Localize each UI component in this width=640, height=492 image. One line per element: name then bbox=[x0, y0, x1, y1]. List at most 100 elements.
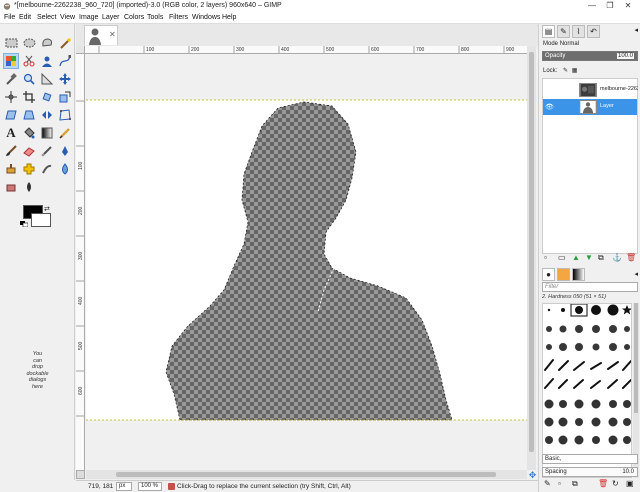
rect-select-tool-icon[interactable] bbox=[3, 35, 19, 51]
brush-item[interactable] bbox=[607, 379, 618, 389]
brush-item[interactable] bbox=[607, 304, 619, 316]
scrollbar-thumb[interactable] bbox=[529, 52, 534, 452]
brush-item[interactable] bbox=[544, 378, 554, 389]
paths-tool-icon[interactable] bbox=[57, 53, 73, 69]
perspective-clone-tool-icon[interactable] bbox=[3, 179, 19, 195]
image-canvas[interactable] bbox=[86, 54, 527, 470]
lower-layer-icon[interactable]: ▼ bbox=[585, 253, 593, 263]
brush-item[interactable] bbox=[590, 362, 602, 370]
layer-mode[interactable]: Mode Normal bbox=[543, 41, 579, 47]
brush-item[interactable] bbox=[591, 399, 601, 409]
menu-view[interactable]: View bbox=[60, 13, 75, 23]
brush-item[interactable] bbox=[590, 380, 601, 389]
vertical-scrollbar[interactable] bbox=[527, 46, 536, 470]
crop-tool-icon[interactable] bbox=[21, 89, 37, 105]
pencil-tool-icon[interactable] bbox=[57, 125, 73, 141]
layers-tab-icon[interactable]: ▤ bbox=[542, 25, 555, 38]
duplicate-layer-icon[interactable]: ⧉ bbox=[598, 253, 604, 263]
horizontal-scrollbar[interactable] bbox=[86, 470, 527, 479]
brush-item[interactable] bbox=[559, 400, 567, 408]
anchor-layer-icon[interactable]: ⚓ bbox=[612, 253, 622, 263]
brush-item[interactable] bbox=[591, 417, 601, 427]
raise-layer-icon[interactable]: ▲ bbox=[572, 253, 580, 263]
reset-colors-icon[interactable] bbox=[20, 221, 28, 227]
brush-item[interactable] bbox=[544, 359, 554, 371]
brush-item[interactable] bbox=[622, 360, 631, 371]
brush-item[interactable] bbox=[575, 418, 583, 426]
brush-item[interactable] bbox=[623, 418, 631, 426]
brush-item[interactable] bbox=[546, 344, 552, 350]
menu-layer[interactable]: Layer bbox=[102, 13, 120, 23]
eraser-tool-icon[interactable] bbox=[21, 143, 37, 159]
brush-item[interactable] bbox=[622, 379, 631, 389]
brush-item[interactable] bbox=[591, 305, 601, 315]
color-picker-tool-icon[interactable] bbox=[3, 71, 19, 87]
duplicate-brush-icon[interactable]: ⧉ bbox=[572, 479, 578, 489]
brush-item[interactable] bbox=[544, 399, 554, 409]
brush-grid-scrollbar[interactable] bbox=[633, 303, 639, 478]
edit-brush-icon[interactable]: ✎ bbox=[544, 479, 551, 489]
brush-item[interactable] bbox=[547, 308, 551, 312]
brush-item[interactable] bbox=[574, 435, 584, 445]
perspective-tool-icon[interactable] bbox=[21, 107, 37, 123]
dodge-burn-tool-icon[interactable] bbox=[57, 161, 73, 177]
close-image-tab-icon[interactable]: ✕ bbox=[109, 30, 116, 39]
unit-select[interactable]: px bbox=[116, 482, 132, 491]
horizontal-ruler[interactable]: 100 200 300 400 500 600 700 800 900 bbox=[85, 46, 527, 54]
flip-tool-icon[interactable] bbox=[39, 107, 55, 123]
shear-tool-icon[interactable] bbox=[3, 107, 19, 123]
restore-button[interactable]: ❐ bbox=[602, 1, 618, 11]
brush-item[interactable] bbox=[546, 326, 552, 332]
gradients-tab-icon[interactable] bbox=[572, 268, 585, 281]
brush-item[interactable] bbox=[558, 379, 568, 389]
menu-colors[interactable]: Colors bbox=[124, 13, 144, 23]
smudge-tool-icon[interactable] bbox=[39, 161, 55, 177]
menu-help[interactable]: Help bbox=[222, 13, 236, 23]
zoom-tool-icon[interactable] bbox=[21, 71, 37, 87]
brush-item[interactable] bbox=[559, 325, 567, 333]
airbrush-tool-icon[interactable] bbox=[39, 143, 55, 159]
brush-item[interactable] bbox=[574, 399, 584, 409]
brush-item[interactable] bbox=[608, 417, 618, 427]
scrollbar-thumb[interactable] bbox=[634, 303, 638, 413]
select-by-color-tool-icon[interactable] bbox=[3, 53, 19, 69]
brush-item[interactable] bbox=[558, 360, 569, 371]
brush-item[interactable] bbox=[623, 436, 631, 444]
blend-tool-icon[interactable] bbox=[39, 125, 55, 141]
new-brush-icon[interactable]: ▫ bbox=[558, 479, 561, 489]
open-brush-as-image-icon[interactable]: ▣ bbox=[626, 479, 634, 489]
convolve-tool-icon[interactable] bbox=[21, 179, 37, 195]
menu-windows[interactable]: Windows bbox=[192, 13, 220, 23]
brush-filter-input[interactable]: Filter bbox=[542, 282, 638, 292]
menu-filters[interactable]: Filters bbox=[169, 13, 188, 23]
opacity-slider[interactable]: Opacity 100.0 bbox=[542, 51, 638, 61]
brush-item[interactable] bbox=[624, 326, 630, 332]
visibility-toggle[interactable] bbox=[545, 86, 553, 94]
brush-item[interactable] bbox=[608, 435, 618, 445]
minimize-button[interactable]: — bbox=[584, 1, 600, 11]
scrollbar-thumb[interactable] bbox=[116, 472, 496, 477]
rotate-tool-icon[interactable] bbox=[39, 89, 55, 105]
image-tab[interactable]: ✕ bbox=[84, 25, 118, 45]
brush-item[interactable] bbox=[622, 305, 632, 315]
brush-item[interactable] bbox=[573, 379, 584, 389]
brush-item[interactable] bbox=[623, 400, 631, 408]
lock-alpha-icon[interactable]: ▦ bbox=[572, 68, 578, 74]
navigate-icon[interactable]: ✥ bbox=[527, 470, 538, 480]
foreground-select-tool-icon[interactable] bbox=[39, 53, 55, 69]
text-tool-icon[interactable]: A bbox=[3, 125, 19, 141]
brush-item[interactable] bbox=[609, 325, 617, 333]
tool-options-tab-icon[interactable]: ✎ bbox=[557, 25, 570, 38]
zoom-select[interactable]: 100 % bbox=[138, 482, 162, 491]
heal-tool-icon[interactable] bbox=[21, 161, 37, 177]
undo-history-tab-icon[interactable]: ↶ bbox=[587, 25, 600, 38]
menu-tools[interactable]: Tools bbox=[147, 13, 163, 23]
brush-tag-input[interactable]: Basic, bbox=[542, 454, 638, 464]
close-window-button[interactable]: ✕ bbox=[620, 1, 636, 11]
brush-item[interactable] bbox=[561, 308, 565, 312]
menu-edit[interactable]: Edit bbox=[19, 13, 31, 23]
fuzzy-select-tool-icon[interactable] bbox=[57, 35, 73, 51]
brushes-tab-icon[interactable]: ● bbox=[542, 268, 555, 281]
paths-tab-icon[interactable]: ⌇ bbox=[572, 25, 585, 38]
brush-item[interactable] bbox=[575, 343, 583, 351]
